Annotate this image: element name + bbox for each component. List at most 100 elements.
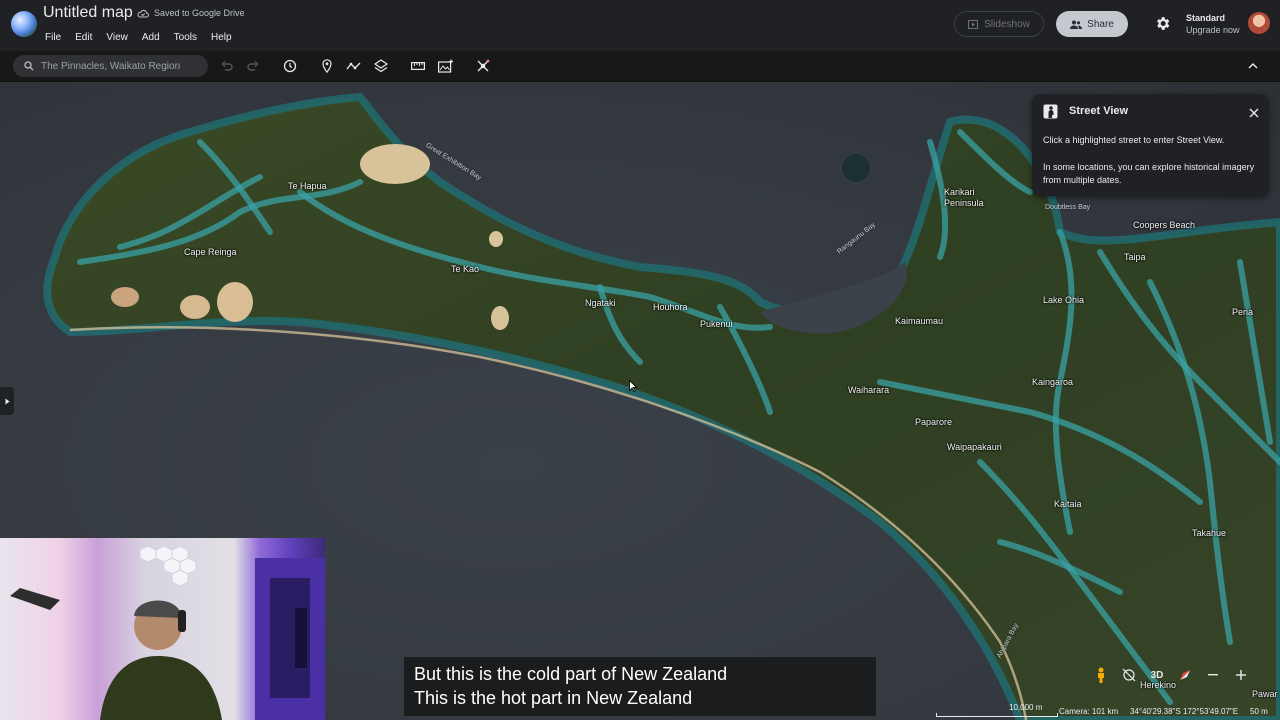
place-label-houhora[interactable]: Houhora: [653, 302, 688, 312]
minus-icon: [1208, 674, 1218, 676]
place-label-te-kao[interactable]: Te Kao: [451, 264, 479, 274]
cloud-check-icon: [137, 9, 149, 17]
place-label-pawar[interactable]: Pawar: [1252, 689, 1278, 699]
menu-edit[interactable]: Edit: [68, 30, 99, 45]
layers-button[interactable]: [372, 57, 390, 75]
webcam-overlay: [0, 538, 325, 720]
upgrade-link[interactable]: Upgrade now: [1186, 24, 1240, 36]
status-bar: 10,000 m Camera: 101 km 34°40'29.38"S 17…: [930, 702, 1280, 720]
place-label-lake-ohia[interactable]: Lake Ohia: [1043, 295, 1084, 305]
settings-button[interactable]: [1154, 15, 1171, 32]
street-view-history-note: In some locations, you can explore histo…: [1043, 162, 1255, 185]
street-view-panel: Street View Click a highlighted street t…: [1032, 94, 1269, 196]
place-label-paparore[interactable]: Paparore: [915, 417, 952, 427]
cursor-coordinates: 34°40'29.38"S 172°53'49.07"E: [1130, 707, 1239, 716]
zoom-in-button[interactable]: [1230, 664, 1252, 686]
people-icon: [1070, 20, 1083, 29]
placemark-icon: [322, 59, 332, 73]
map-controls: 3D: [1090, 664, 1252, 686]
place-label-kaingaroa[interactable]: Kaingaroa: [1032, 377, 1073, 387]
satellite-icon: [477, 59, 490, 72]
slideshow-icon: [968, 19, 979, 29]
collapse-toolbar-button[interactable]: [1244, 57, 1262, 75]
gear-icon: [1157, 17, 1170, 30]
presenter-webcam-video: [10, 545, 325, 720]
redo-button[interactable]: [244, 57, 262, 75]
place-label-taipa[interactable]: Taipa: [1124, 252, 1146, 262]
ruler-icon: [411, 62, 425, 70]
redo-icon: [247, 61, 259, 71]
street-view-instruction: Click a highlighted street to enter Stre…: [1043, 135, 1225, 145]
expand-sidebar-button[interactable]: [0, 387, 14, 415]
menu-view[interactable]: View: [99, 30, 135, 45]
earth-logo-icon[interactable]: [11, 11, 37, 37]
pegman-button[interactable]: [1090, 664, 1112, 686]
chevron-right-icon: [5, 398, 9, 404]
menu-tools[interactable]: Tools: [167, 30, 204, 45]
street-view-title: Street View: [1069, 105, 1129, 117]
ground-elevation: 50 m: [1250, 707, 1268, 716]
history-button[interactable]: [281, 57, 299, 75]
share-button[interactable]: Share: [1056, 11, 1128, 37]
share-label: Share: [1087, 18, 1114, 30]
search-input[interactable]: [41, 60, 196, 72]
scale-label: 10,000 m: [1009, 703, 1043, 712]
street-view-icon: [1043, 104, 1058, 119]
place-label-peria[interactable]: Peria: [1232, 307, 1253, 317]
camera-altitude: Camera: 101 km: [1059, 707, 1119, 716]
mouse-cursor-icon: [629, 380, 637, 392]
water-label-doubtless-bay: Doubtless Bay: [1045, 204, 1091, 211]
menu-help[interactable]: Help: [204, 30, 239, 45]
place-label-kaitaia[interactable]: Kaitaia: [1054, 499, 1082, 509]
save-status-text: Saved to Google Drive: [154, 8, 245, 18]
place-label-coopers-beach[interactable]: Coopers Beach: [1133, 220, 1195, 230]
history-icon: [283, 59, 297, 73]
slideshow-button[interactable]: Slideshow: [954, 11, 1044, 37]
capture-image-button[interactable]: [437, 57, 455, 75]
app-header: Untitled map Saved to Google Drive File …: [0, 0, 1280, 51]
no-rotate-icon: [1122, 668, 1136, 682]
search-box[interactable]: [13, 55, 208, 77]
street-view-tool-button[interactable]: [474, 57, 492, 75]
menu-bar: File Edit View Add Tools Help: [38, 30, 239, 45]
pegman-icon: [1098, 667, 1104, 683]
plus-icon: [1236, 670, 1246, 680]
chevron-up-icon: [1248, 63, 1258, 69]
toggle-orbit-button[interactable]: [1118, 664, 1140, 686]
measure-button[interactable]: [409, 57, 427, 75]
plan-info[interactable]: Standard Upgrade now: [1186, 12, 1240, 36]
layers-icon: [374, 59, 388, 73]
menu-add[interactable]: Add: [135, 30, 167, 45]
toggle-3d-button[interactable]: 3D: [1146, 664, 1168, 686]
undo-icon: [221, 61, 233, 71]
scale-bar: [936, 713, 1058, 717]
draw-path-button[interactable]: [345, 57, 363, 75]
save-status: Saved to Google Drive: [137, 8, 245, 18]
image-capture-icon: [438, 59, 453, 73]
undo-button[interactable]: [218, 57, 236, 75]
slideshow-label: Slideshow: [984, 18, 1030, 30]
compass-icon: [1180, 670, 1190, 680]
zoom-out-button[interactable]: [1202, 664, 1224, 686]
compass-button[interactable]: [1174, 664, 1196, 686]
place-label-waipapakauri[interactable]: Waipapakauri: [947, 442, 1002, 452]
toolbar: [0, 51, 1280, 82]
path-icon: [346, 62, 361, 70]
plan-name: Standard: [1186, 13, 1226, 23]
add-placemark-button[interactable]: [318, 57, 336, 75]
user-avatar[interactable]: [1248, 12, 1270, 34]
close-street-view-button[interactable]: [1249, 105, 1259, 123]
place-label-waiharara[interactable]: Waiharara: [848, 385, 889, 395]
close-icon: [1249, 108, 1259, 118]
place-label-cape-reinga[interactable]: Cape Reinga: [184, 247, 237, 257]
place-label-pukenui[interactable]: Pukenui: [700, 319, 733, 329]
menu-file[interactable]: File: [38, 30, 68, 45]
video-subtitles: But this is the cold part of New Zealand…: [404, 657, 876, 716]
subtitle-line-1: But this is the cold part of New Zealand: [414, 664, 728, 684]
place-label-te-hapua[interactable]: Te Hapua: [288, 181, 327, 191]
place-label-karikari-peninsula[interactable]: Karikari Peninsula: [944, 187, 984, 209]
place-label-takahue[interactable]: Takahue: [1192, 528, 1226, 538]
place-label-ngataki[interactable]: Ngataki: [585, 298, 616, 308]
place-label-kaimaumau[interactable]: Kaimaumau: [895, 316, 943, 326]
map-title[interactable]: Untitled map: [43, 4, 133, 22]
